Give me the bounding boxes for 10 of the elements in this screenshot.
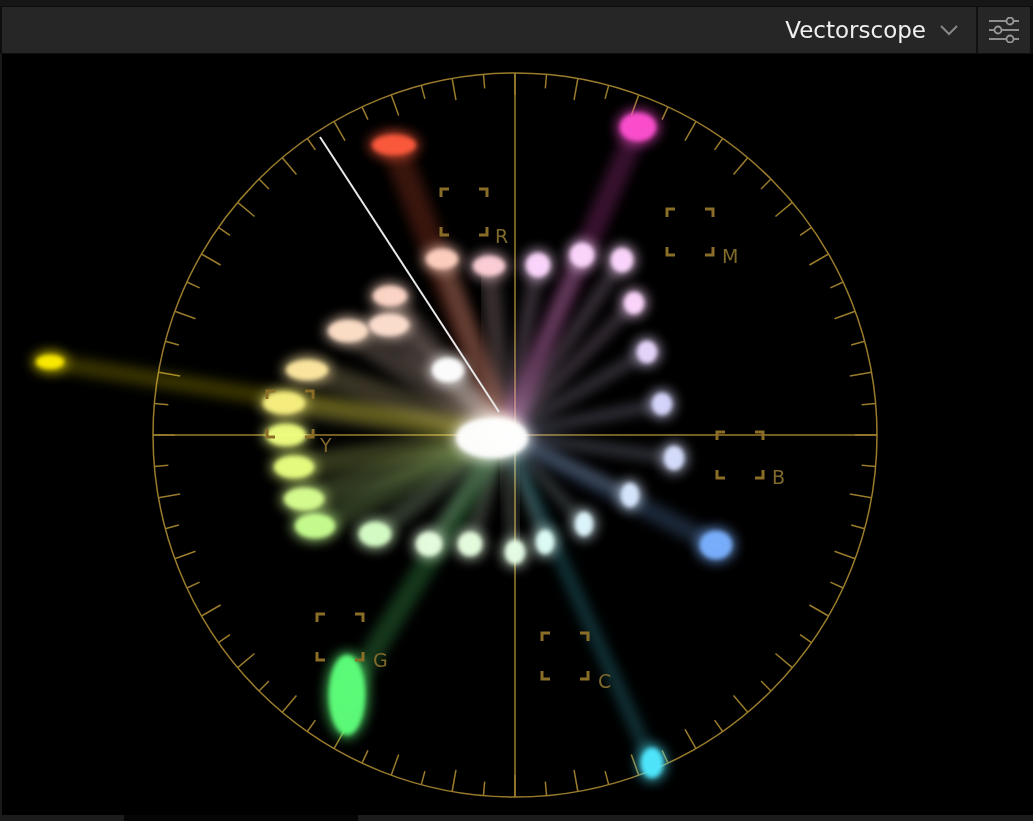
- chevron-down-icon: [940, 24, 958, 36]
- sliders-icon: [988, 17, 1020, 43]
- scrollbar-thumb[interactable]: [124, 815, 358, 821]
- target-label: M: [722, 244, 739, 267]
- scope-type-dropdown[interactable]: Vectorscope: [785, 7, 976, 53]
- target-label: Y: [320, 433, 332, 456]
- target-label: C: [598, 669, 612, 692]
- target-label: B: [772, 465, 786, 488]
- target-label: R: [495, 224, 509, 247]
- target-label: G: [373, 648, 388, 671]
